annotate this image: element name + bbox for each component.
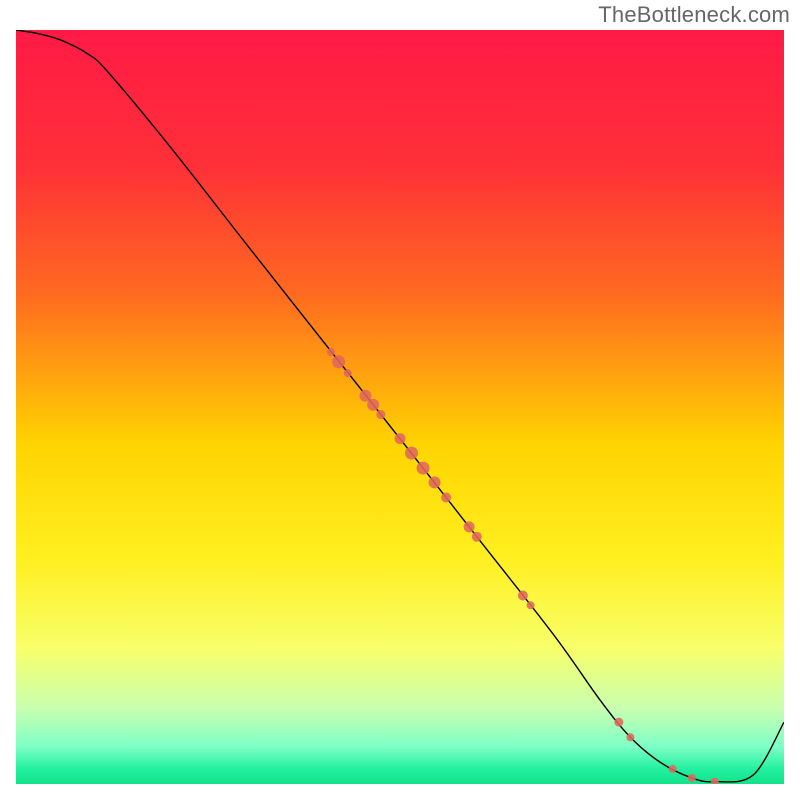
data-spot (527, 601, 535, 609)
data-spot (669, 765, 677, 773)
data-spot (367, 399, 379, 411)
chart-svg (16, 30, 784, 784)
data-spot (405, 446, 418, 459)
chart-background (16, 30, 784, 784)
data-spot (417, 462, 430, 475)
watermark-text: TheBottleneck.com (598, 2, 790, 28)
data-spot (688, 774, 696, 782)
chart-plot (16, 30, 784, 784)
data-spot (614, 718, 623, 727)
data-spot (518, 591, 528, 601)
data-spot (429, 476, 441, 488)
data-spot (327, 348, 335, 356)
data-spot (626, 733, 634, 741)
data-spot (464, 521, 475, 532)
data-spot (395, 433, 406, 444)
data-spot (332, 355, 345, 368)
data-spot (344, 369, 352, 377)
data-spot (376, 410, 385, 419)
data-spot (472, 532, 482, 542)
data-spot (441, 492, 451, 502)
chart-container: TheBottleneck.com (0, 0, 800, 800)
